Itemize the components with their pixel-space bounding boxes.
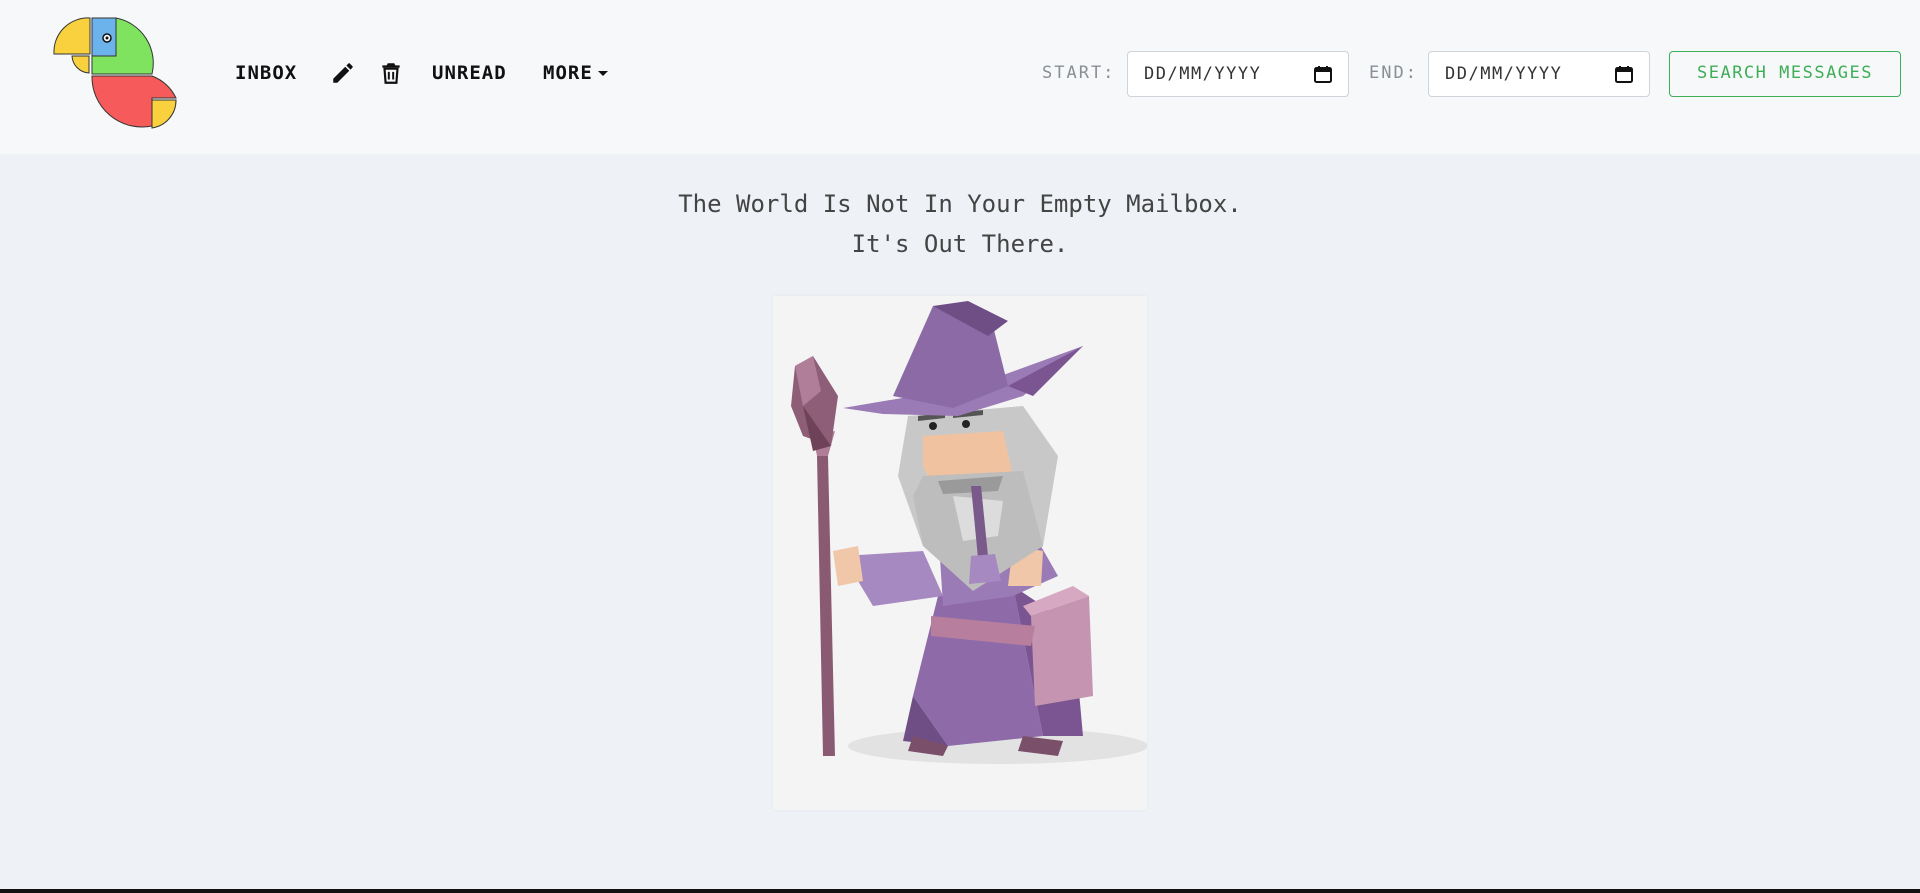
end-date-placeholder: DD/MM/YYYY [1445, 64, 1563, 84]
bottom-divider [0, 889, 1920, 893]
end-date-label: END: [1369, 63, 1418, 83]
start-date-input[interactable]: DD/MM/YYYY [1127, 51, 1349, 97]
wizard-illustration-card [773, 296, 1148, 810]
empty-state-subheading: It's Out There. [851, 230, 1069, 258]
top-navbar: Inbox Unread More START: DD/MM/YYYY END:… [0, 0, 1920, 154]
trash-icon[interactable] [378, 60, 404, 86]
nav-unread[interactable]: Unread [432, 58, 507, 88]
start-date-label: START: [1042, 63, 1116, 83]
search-messages-button[interactable]: SEARCH MESSAGES [1669, 51, 1901, 97]
calendar-icon[interactable] [1615, 65, 1633, 83]
caret-down-icon [597, 71, 608, 76]
nav-more-dropdown[interactable]: More [543, 58, 608, 88]
end-date-input[interactable]: DD/MM/YYYY [1428, 51, 1650, 97]
nav-more-label: More [543, 62, 593, 84]
empty-state-heading: The World Is Not In Your Empty Mailbox. [678, 190, 1242, 218]
pencil-icon[interactable] [330, 60, 356, 86]
start-date-placeholder: DD/MM/YYYY [1144, 64, 1262, 84]
app-logo[interactable] [52, 16, 178, 132]
wizard-illustration [791, 301, 1148, 764]
calendar-icon[interactable] [1314, 65, 1332, 83]
nav-inbox[interactable]: Inbox [235, 58, 297, 88]
